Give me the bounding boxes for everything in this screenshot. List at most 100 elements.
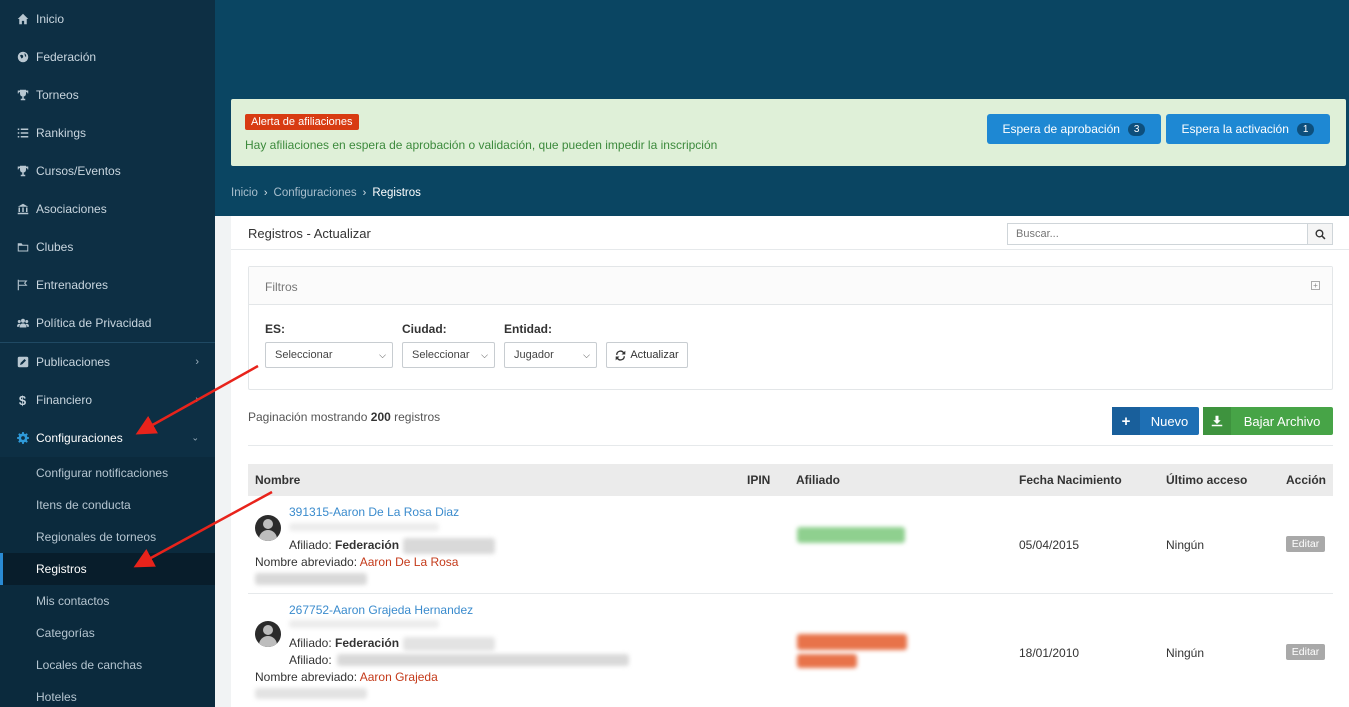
breadcrumb-configuraciones[interactable]: Configuraciones [274,187,357,199]
redacted-text [403,538,495,554]
breadcrumb-current: Registros [372,187,421,199]
sidebar-subitem-categorias[interactable]: Categorías [0,617,215,649]
affiliation-label: Afiliado: [289,538,332,552]
chevron-down-icon: ⌵ [481,350,488,360]
sidebar-item-publicaciones[interactable]: Publicaciones › [0,343,215,381]
sidebar-item-torneos[interactable]: Torneos [0,76,215,114]
waiting-approval-button[interactable]: Espera de aprobación 3 [987,114,1161,144]
short-name-line: Nombre abreviado: Aaron Grajeda [255,670,438,684]
sidebar-item-entrenadores[interactable]: Entrenadores [0,266,215,304]
redacted-text [337,654,629,666]
sidebar-item-privacidad[interactable]: Política de Privacidad [0,304,215,342]
divider [248,445,1333,446]
last-access: Ningún [1166,646,1205,660]
edit-button[interactable]: Editar [1286,644,1325,660]
pagination-suffix: registros [394,410,441,424]
sidebar-item-cursos-eventos[interactable]: Cursos/Eventos [0,152,215,190]
list-icon [16,127,29,140]
edit-button[interactable]: Editar [1286,536,1325,552]
trophy-icon [16,165,29,178]
col-fecha-nacimiento[interactable]: Fecha Nacimiento [1019,473,1122,487]
record-name-link[interactable]: 391315-Aaron De La Rosa Diaz [289,505,459,519]
chevron-down-icon: ⌵ [583,350,590,360]
sidebar-subitem-canchas[interactable]: Locales de canchas [0,649,215,681]
button-label: Espera la activación [1181,122,1289,136]
pagination-count: 200 [370,410,391,424]
col-nombre[interactable]: Nombre [255,473,300,487]
pagination-info: Paginación mostrando 200 registros [248,410,440,424]
filters-box: Filtros + ES: Ciudad: Entidad: Seleccion… [248,266,1333,390]
select-value: Seleccionar [412,349,470,361]
sidebar-subitem-notificaciones[interactable]: Configurar notificaciones [0,457,215,489]
plus-icon: + [1112,407,1140,435]
sidebar-item-financiero[interactable]: $ Financiero › [0,381,215,419]
dollar-icon: $ [18,392,27,408]
birth-date: 18/01/2010 [1019,646,1080,660]
sidebar-subitem-conducta[interactable]: Itens de conducta [0,489,215,521]
redacted-email [255,573,367,585]
sidebar-item-clubes[interactable]: Clubes [0,228,215,266]
sidebar-item-label: Configuraciones [36,431,123,445]
count-badge: 3 [1127,122,1146,136]
chevron-down-icon: ⌵ [379,350,386,360]
chevron-right-icon: › [195,356,199,368]
col-ipin[interactable]: IPIN [747,473,770,487]
search-input[interactable] [1007,223,1308,245]
sidebar-item-asociaciones[interactable]: Asociaciones [0,190,215,228]
download-label: Bajar Archivo [1243,413,1321,429]
sidebar-subnav: Configurar notificaciones Itens de condu… [0,457,215,707]
refresh-button[interactable]: Actualizar [606,342,688,368]
record-name-link[interactable]: 267752-Aaron Grajeda Hernandez [289,603,473,617]
sidebar-item-label: Torneos [36,88,79,102]
col-ultimo-acceso[interactable]: Último acceso [1166,473,1247,487]
sidebar-item-federacion[interactable]: Federación [0,38,215,76]
globe-icon [16,51,29,64]
es-select[interactable]: Seleccionar ⌵ [265,342,393,368]
ciudad-select[interactable]: Seleccionar ⌵ [402,342,495,368]
sidebar-item-rankings[interactable]: Rankings [0,114,215,152]
select-value: Seleccionar [275,349,333,361]
alert-badge: Alerta de afiliaciones [245,114,359,130]
affiliation-status-badge [797,654,857,668]
new-label: Nuevo [1150,413,1189,429]
sidebar-item-label: Cursos/Eventos [36,164,121,178]
redacted-text [289,523,439,531]
expand-icon[interactable]: + [1311,281,1320,290]
new-button[interactable]: + Nuevo [1112,407,1199,435]
short-name-label: Nombre abreviado: [255,670,358,684]
sidebar-item-label: Asociaciones [36,202,107,216]
sidebar-subitem-contactos[interactable]: Mis contactos [0,585,215,617]
button-label: Espera de aprobación [1002,122,1120,136]
sidebar-item-label: Política de Privacidad [36,316,152,330]
sidebar-item-inicio[interactable]: Inicio [0,0,215,38]
sidebar-item-configuraciones[interactable]: Configuraciones ⌄ [0,419,215,457]
sidebar-item-label: Rankings [36,126,87,140]
entidad-select[interactable]: Jugador ⌵ [504,342,597,368]
search-button[interactable] [1307,223,1333,245]
filter-label-entidad: Entidad: [504,322,552,336]
last-access: Ningún [1166,538,1205,552]
avatar [255,515,281,541]
sidebar: Inicio Federación Torneos Rankings Curso… [0,0,215,707]
avatar [255,621,281,647]
gear-icon [16,432,29,445]
breadcrumb-inicio[interactable]: Inicio [231,187,258,199]
sidebar-item-label: Clubes [36,240,74,254]
affiliation-label: Afiliado: [289,636,332,650]
filters-header: Filtros + [249,267,1332,305]
affiliation-value: Federación [335,538,400,552]
sidebar-subitem-regionales[interactable]: Regionales de torneos [0,521,215,553]
waiting-activation-button[interactable]: Espera la activación 1 [1166,114,1330,144]
affiliation-line: Afiliado: Federación [289,538,399,552]
col-accion[interactable]: Acción [1286,473,1326,487]
col-afiliado[interactable]: Afiliado [796,473,840,487]
redacted-text [289,620,439,628]
chevron-down-icon: ⌄ [191,432,199,443]
download-button[interactable]: Bajar Archivo [1203,407,1333,435]
sidebar-subitem-registros[interactable]: Registros [0,553,215,585]
affiliation-alert: Alerta de afiliaciones Hay afiliaciones … [231,99,1346,166]
sidebar-subitem-hoteles[interactable]: Hoteles [0,681,215,707]
panel-header: Registros - Actualizar [231,216,1349,250]
refresh-icon [616,349,626,361]
sidebar-item-label: Inicio [36,12,65,26]
